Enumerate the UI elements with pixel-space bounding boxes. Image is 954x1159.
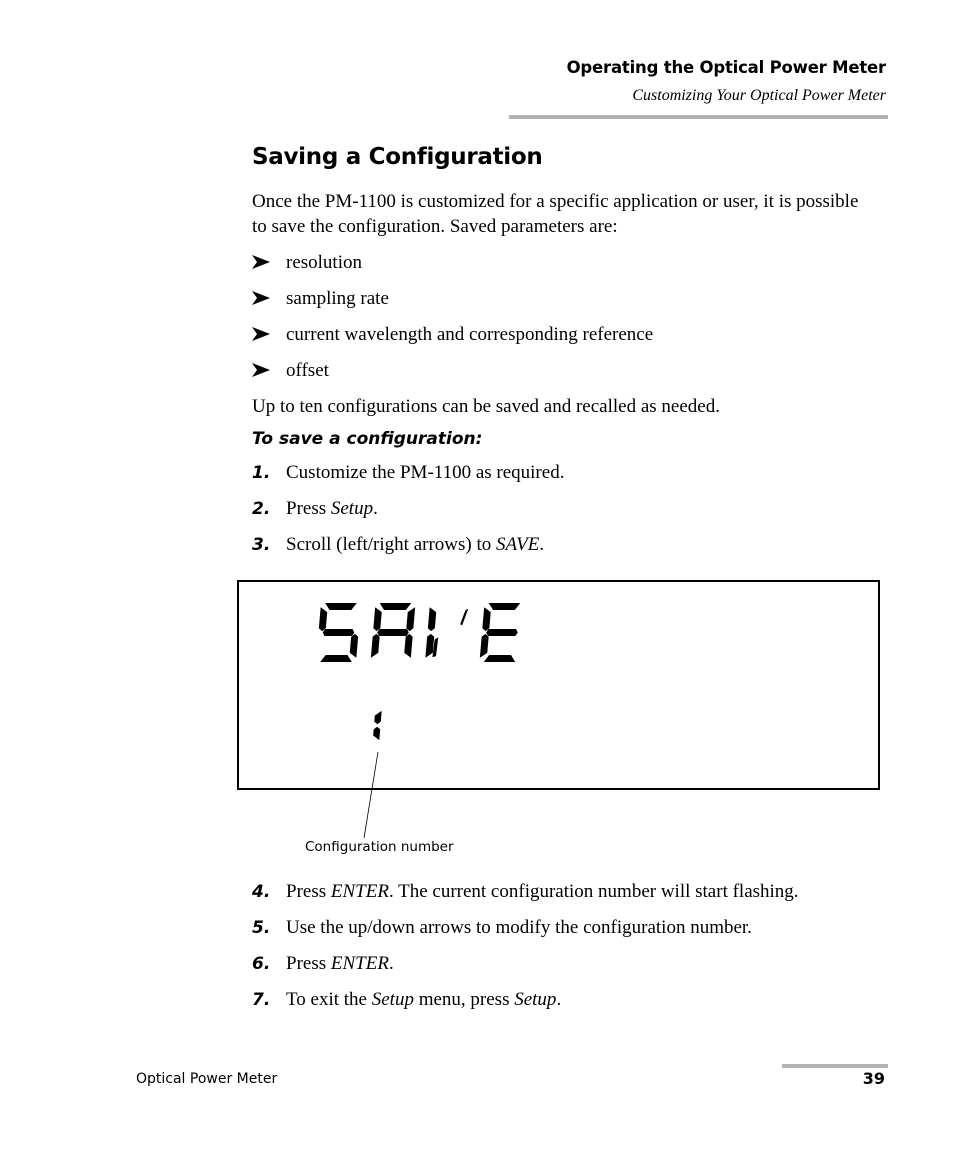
header-rule	[509, 115, 888, 119]
bullet-text: offset	[286, 360, 329, 381]
capacity-note: Up to ten configurations can be saved an…	[252, 396, 720, 417]
step-emphasis: Setup	[514, 989, 557, 1010]
arrowhead-bullet-icon	[252, 363, 270, 377]
step-text: menu, press	[413, 989, 515, 1010]
step-text: .	[556, 989, 562, 1010]
step-text: Customize the PM-1100 as required.	[286, 462, 565, 483]
step-text: Use the up/down arrows to modify the con…	[286, 917, 752, 938]
step-number: 7.	[252, 990, 271, 1010]
step-number: 6.	[252, 954, 271, 974]
step-emphasis: ENTER	[330, 881, 389, 902]
arrowhead-bullet-icon	[252, 327, 270, 341]
step-emphasis: SAVE	[496, 534, 540, 555]
step-text: Press	[286, 881, 331, 902]
footer-rule	[782, 1064, 888, 1068]
callout-label: Configuration number	[305, 839, 454, 855]
page-number: 39	[862, 1069, 885, 1088]
running-header-section: Customizing Your Optical Power Meter	[632, 87, 886, 104]
bullet-text: sampling rate	[286, 288, 389, 309]
step-text: Scroll (left/right arrows) to	[286, 534, 497, 555]
step-number: 1.	[252, 463, 271, 483]
section-title: Saving a Configuration	[252, 144, 543, 170]
arrowhead-bullet-icon	[252, 255, 270, 269]
lcd-display-figure	[237, 580, 880, 790]
bullet-text: current wavelength and corresponding ref…	[286, 324, 654, 345]
step-text: To exit the	[286, 989, 372, 1010]
step-text: .	[373, 498, 378, 519]
step-emphasis: ENTER	[330, 953, 389, 974]
procedure-title: To save a configuration:	[252, 429, 483, 449]
step-text: Press	[286, 953, 331, 974]
running-header-chapter: Operating the Optical Power Meter	[566, 58, 887, 77]
footer-title: Optical Power Meter	[136, 1071, 278, 1087]
step-number: 4.	[252, 882, 271, 902]
step-number: 2.	[252, 499, 271, 519]
step-text: . The current configuration number will …	[388, 881, 799, 902]
step-number: 5.	[252, 918, 271, 938]
arrowhead-bullet-icon	[252, 291, 270, 305]
step-emphasis: Setup	[371, 989, 414, 1010]
step-text: .	[539, 534, 545, 555]
intro-paragraph: Once the PM-1100 is customized for a spe…	[252, 191, 859, 237]
bullet-text: resolution	[286, 252, 362, 273]
step-text: .	[388, 953, 394, 974]
step-emphasis: Setup	[330, 498, 374, 519]
step-number: 3.	[252, 535, 271, 555]
step-text: Press	[286, 498, 331, 519]
